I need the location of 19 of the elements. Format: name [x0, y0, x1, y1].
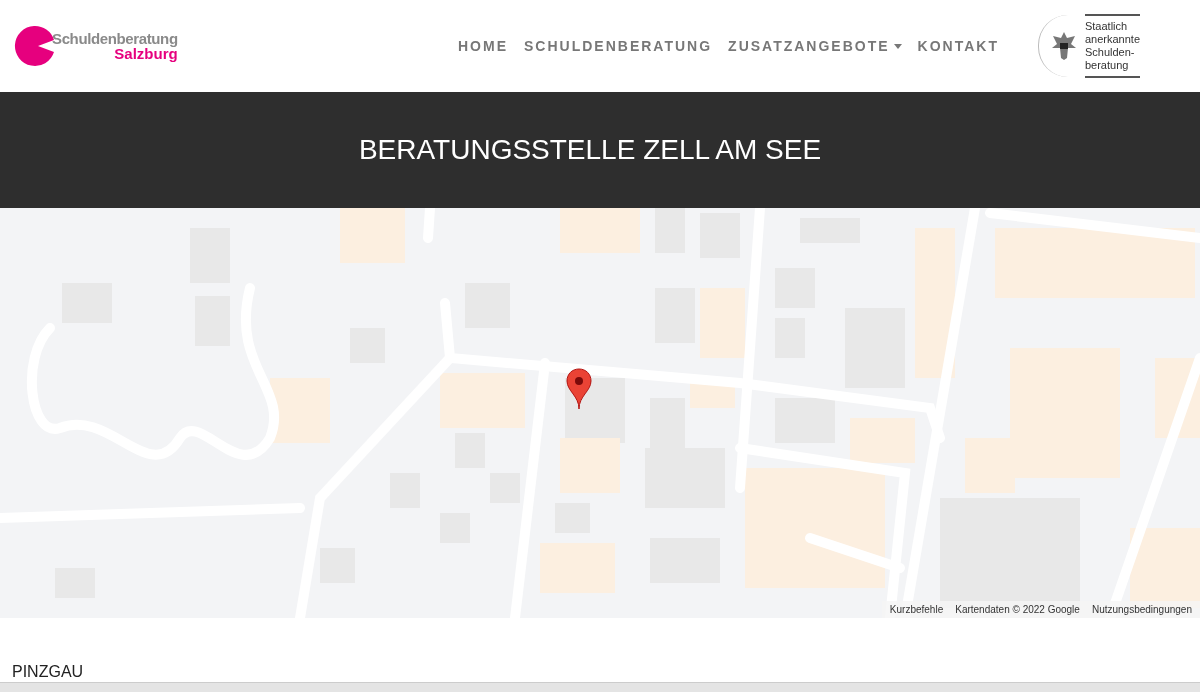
section-heading: PINZGAU [12, 664, 84, 680]
logo-city: Salzburg [114, 46, 178, 61]
caret-icon [893, 43, 902, 49]
map[interactable]: Kurzbefehle Kartendaten © 2022 Google Nutzungsbedingungen [0, 208, 1200, 618]
map-attribution[interactable]: Kurzbefehle [889, 602, 944, 617]
logo[interactable]: Schuldenberatung Salzburg [12, 24, 212, 68]
badge-text: Staatlich [1084, 20, 1129, 33]
badge-text: Schulden- [1084, 46, 1136, 59]
eagle-icon [1050, 30, 1077, 62]
map-attribution[interactable]: Kartendaten © 2022 Google [955, 602, 1080, 617]
nav-link[interactable]: SCHULDENBERATUNG [524, 35, 713, 57]
badge-text: anerkannte [1084, 33, 1140, 46]
badge-text: beratung [1084, 59, 1130, 72]
map-attribution[interactable]: Nutzungsbedingungen [1091, 602, 1192, 617]
nav-link[interactable]: ZUSATZANGEBOTE [728, 35, 902, 57]
page-title: BERATUNGSSTELLE ZELL AM SEE [358, 133, 822, 167]
location-pin-icon [566, 368, 592, 410]
nav-link[interactable]: HOME [458, 35, 508, 57]
nav-link[interactable]: KONTAKT [917, 35, 999, 57]
